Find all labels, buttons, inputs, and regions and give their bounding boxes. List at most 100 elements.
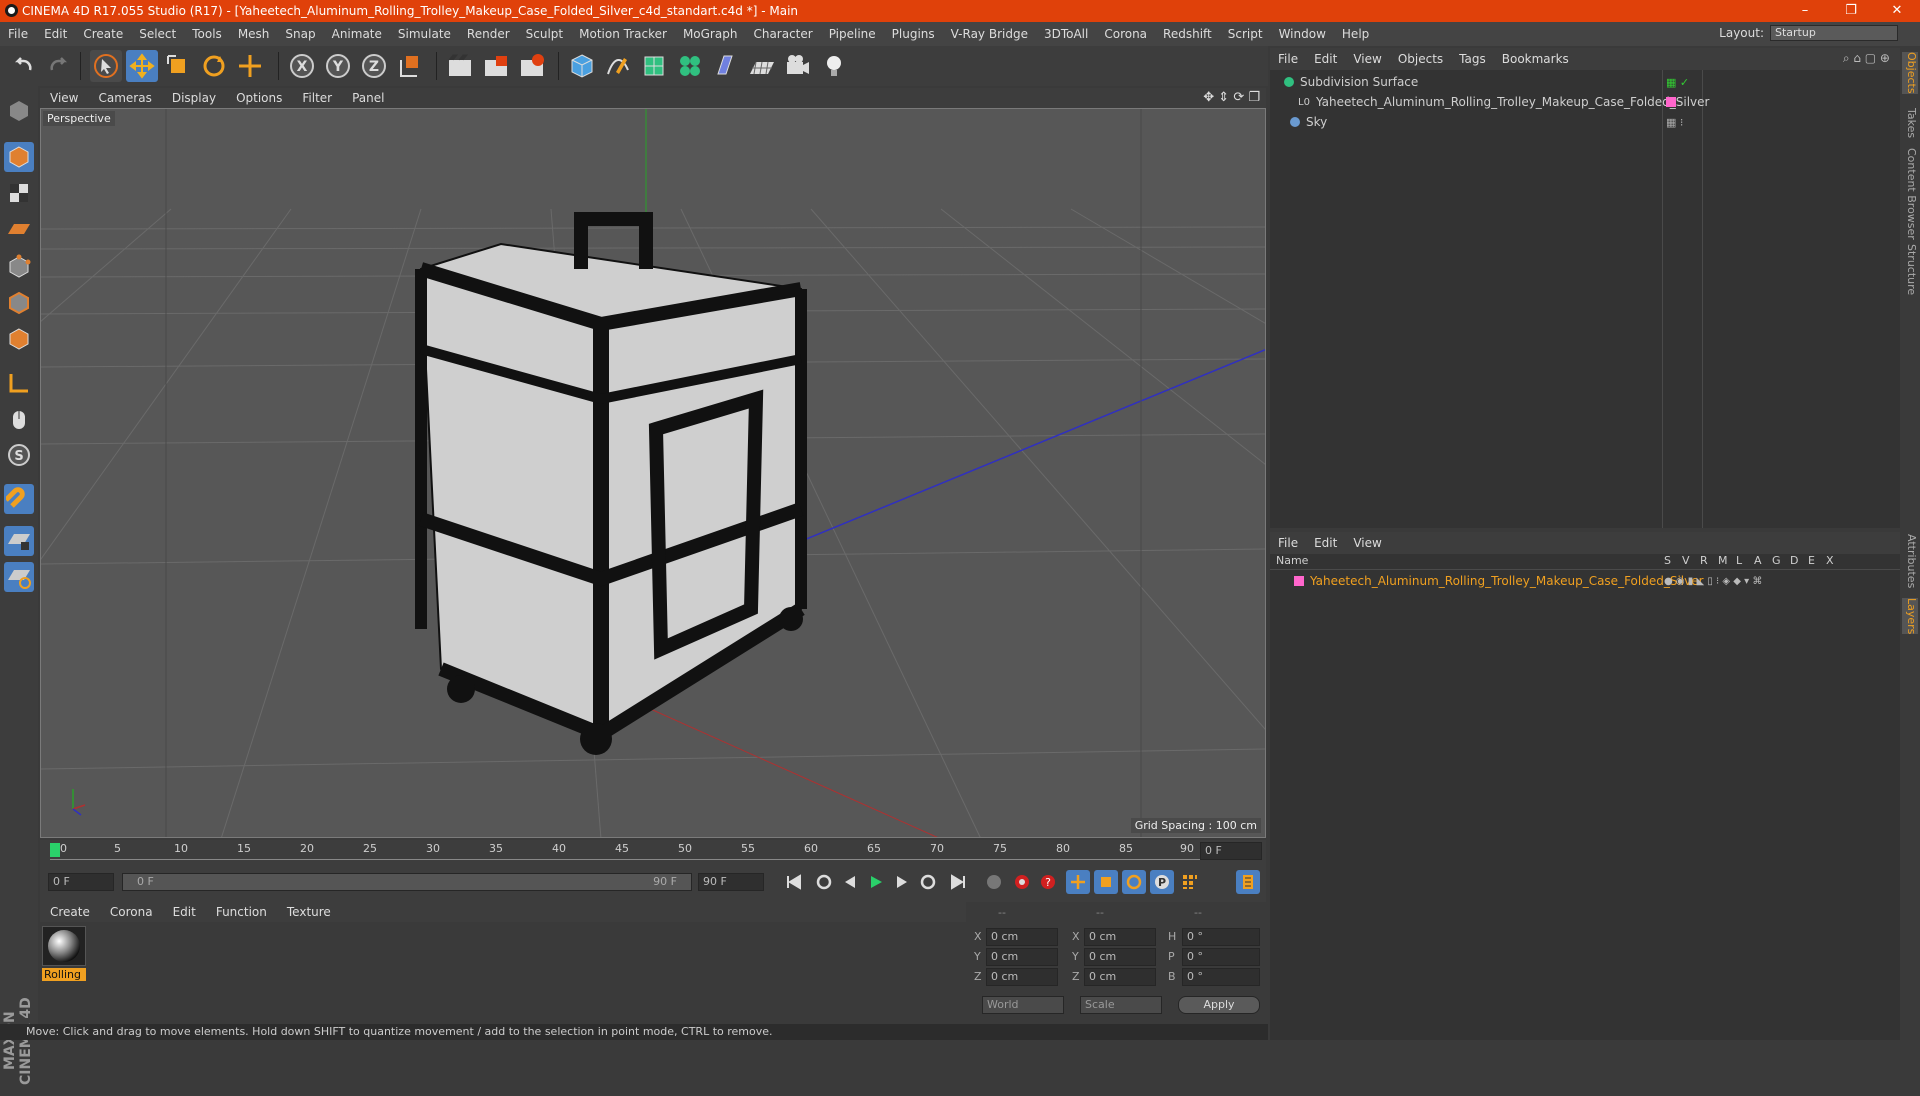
layer-color-swatch[interactable] <box>1294 576 1304 586</box>
menu-window[interactable]: Window <box>1271 27 1334 41</box>
deformer-icon[interactable] <box>710 50 742 82</box>
z-axis-lock-icon[interactable]: Z <box>358 50 390 82</box>
camera-icon[interactable] <box>782 50 814 82</box>
keyframe-selection-icon[interactable]: ? <box>1036 870 1060 894</box>
menu-select[interactable]: Select <box>131 27 184 41</box>
size-y-field[interactable]: 0 cm <box>1084 948 1156 966</box>
cloner-icon[interactable] <box>674 50 706 82</box>
move-tool-icon[interactable] <box>126 50 158 82</box>
key-rotation-icon[interactable] <box>1122 870 1146 894</box>
menu-corona[interactable]: Corona <box>1096 27 1155 41</box>
menu-3dtoall[interactable]: 3DToAll <box>1036 27 1096 41</box>
axis-mode-icon[interactable] <box>4 368 34 398</box>
menu-file[interactable]: File <box>0 27 36 41</box>
menu-redshift[interactable]: Redshift <box>1155 27 1220 41</box>
minimize-button[interactable]: – <box>1782 0 1828 22</box>
object-menu-tags[interactable]: Tags <box>1451 52 1494 66</box>
make-editable-icon[interactable] <box>4 96 34 126</box>
layer-toggle-icons[interactable]: ● ◉ ▮ ◣ ▯ ⁝ ◈ ◆ ▾ ⌘ <box>1664 576 1762 587</box>
render-view-icon[interactable] <box>444 50 476 82</box>
menu-create[interactable]: Create <box>75 27 131 41</box>
menu-motion-tracker[interactable]: Motion Tracker <box>571 27 675 41</box>
viewport-menu-options[interactable]: Options <box>226 91 292 105</box>
rot-p-field[interactable]: 0 ° <box>1182 948 1260 966</box>
menu-mograph[interactable]: MoGraph <box>675 27 746 41</box>
points-mode-icon[interactable] <box>4 252 34 282</box>
rot-h-field[interactable]: 0 ° <box>1182 928 1260 946</box>
select-arrow-icon[interactable] <box>90 50 122 82</box>
model-mode-icon[interactable] <box>4 142 34 172</box>
live-select-icon[interactable] <box>234 50 266 82</box>
object-menu-bookmarks[interactable]: Bookmarks <box>1494 52 1577 66</box>
cube-primitive-icon[interactable] <box>566 50 598 82</box>
menu-tools[interactable]: Tools <box>184 27 230 41</box>
menu-animate[interactable]: Animate <box>324 27 390 41</box>
visibility-check-icon[interactable]: ▦ ✓ <box>1666 76 1689 89</box>
tab-content-browser[interactable]: Content Browser <box>1902 148 1918 240</box>
prev-key-icon[interactable] <box>812 870 836 894</box>
tab-takes[interactable]: Takes <box>1902 108 1918 138</box>
pos-y-field[interactable]: 0 cm <box>986 948 1058 966</box>
workplane-icon[interactable] <box>4 214 34 244</box>
y-axis-lock-icon[interactable]: Y <box>322 50 354 82</box>
undo-icon[interactable] <box>8 50 40 82</box>
object-menu-file[interactable]: File <box>1270 52 1306 66</box>
viewport-menu-filter[interactable]: Filter <box>292 91 342 105</box>
timeline-window-icon[interactable] <box>1236 870 1260 894</box>
planar-workplane-icon[interactable] <box>4 562 34 592</box>
size-x-field[interactable]: 0 cm <box>1084 928 1156 946</box>
rot-b-field[interactable]: 0 ° <box>1182 968 1260 986</box>
record-keys-icon[interactable] <box>982 870 1006 894</box>
menu-simulate[interactable]: Simulate <box>390 27 459 41</box>
object-row[interactable]: Sky ▦ ⁝ <box>1270 112 1900 132</box>
key-parameter-icon[interactable]: P <box>1150 870 1174 894</box>
material-swatch[interactable]: Rolling <box>42 926 86 984</box>
menu-render[interactable]: Render <box>459 27 518 41</box>
go-to-end-icon[interactable] <box>946 870 970 894</box>
viewport-menu-display[interactable]: Display <box>162 91 226 105</box>
layout-select[interactable]: Startup <box>1770 25 1898 41</box>
render-settings-icon[interactable] <box>516 50 548 82</box>
light-icon[interactable] <box>818 50 850 82</box>
prev-frame-icon[interactable] <box>838 870 862 894</box>
menu-snap[interactable]: Snap <box>277 27 323 41</box>
rotate-tool-icon[interactable] <box>198 50 230 82</box>
current-frame-field[interactable]: 0 F <box>48 873 114 891</box>
layer-menu-file[interactable]: File <box>1270 536 1306 550</box>
play-icon[interactable] <box>864 870 888 894</box>
texture-mode-icon[interactable] <box>4 178 34 208</box>
object-menu-objects[interactable]: Objects <box>1390 52 1451 66</box>
key-point-level-icon[interactable] <box>1178 870 1202 894</box>
object-row[interactable]: Subdivision Surface ▦ ✓ <box>1270 72 1900 92</box>
pos-x-field[interactable]: 0 cm <box>986 928 1058 946</box>
lock-workplane-icon[interactable] <box>4 526 34 556</box>
menu-pipeline[interactable]: Pipeline <box>821 27 884 41</box>
menu-script[interactable]: Script <box>1220 27 1271 41</box>
layer-menu-edit[interactable]: Edit <box>1306 536 1345 550</box>
spline-pen-icon[interactable] <box>602 50 634 82</box>
viewport-menu-cameras[interactable]: Cameras <box>88 91 161 105</box>
menu-edit[interactable]: Edit <box>36 27 75 41</box>
go-to-start-icon[interactable] <box>782 870 806 894</box>
size-z-field[interactable]: 0 cm <box>1084 968 1156 986</box>
layer-menu-view[interactable]: View <box>1345 536 1389 550</box>
viewport-menu-view[interactable]: View <box>40 91 88 105</box>
coordinate-system-icon[interactable] <box>394 50 426 82</box>
key-scale-icon[interactable] <box>1094 870 1118 894</box>
x-axis-lock-icon[interactable]: X <box>286 50 318 82</box>
material-menu-function[interactable]: Function <box>206 905 277 919</box>
menu-sculpt[interactable]: Sculpt <box>518 27 571 41</box>
menu-plugins[interactable]: Plugins <box>884 27 943 41</box>
layer-color-tag[interactable] <box>1666 97 1676 107</box>
object-row[interactable]: L0 Yaheetech_Aluminum_Rolling_Trolley_Ma… <box>1270 92 1900 112</box>
object-menu-edit[interactable]: Edit <box>1306 52 1345 66</box>
magnet-icon[interactable] <box>4 484 34 514</box>
timeline-playhead[interactable] <box>50 843 60 857</box>
edges-mode-icon[interactable] <box>4 288 34 318</box>
material-menu-create[interactable]: Create <box>40 905 100 919</box>
key-position-icon[interactable] <box>1066 870 1090 894</box>
max-frame-field[interactable]: 90 F <box>698 873 764 891</box>
close-button[interactable]: ✕ <box>1874 0 1920 22</box>
menu-vray-bridge[interactable]: V-Ray Bridge <box>943 27 1036 41</box>
material-menu-texture[interactable]: Texture <box>277 905 341 919</box>
